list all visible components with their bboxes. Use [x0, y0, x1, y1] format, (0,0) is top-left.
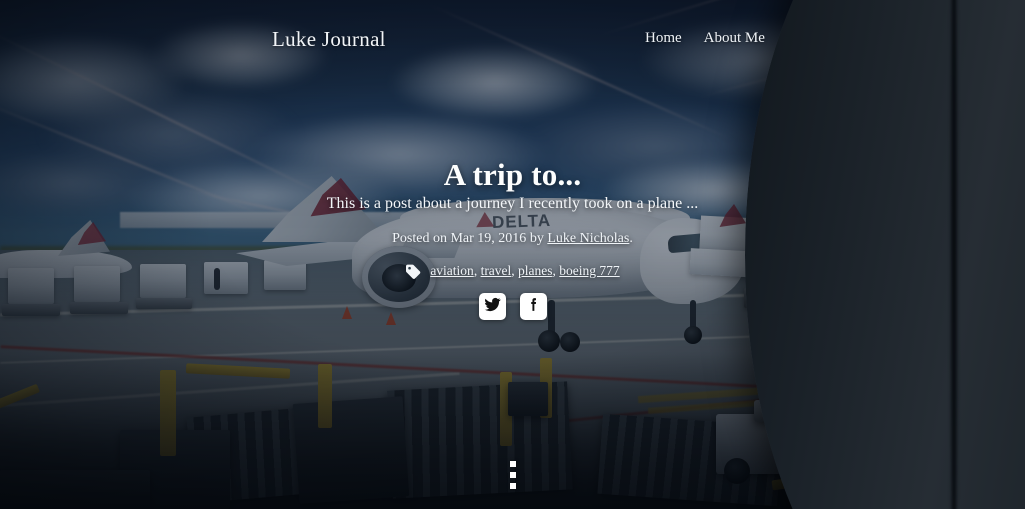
tag-link-boeing-777[interactable]: boeing 777: [559, 263, 619, 278]
tag-list: aviation, travel, planes, boeing 777: [430, 263, 619, 279]
facebook-icon: [525, 296, 542, 318]
scroll-down-indicator[interactable]: [0, 461, 1025, 489]
nav-item-about-me[interactable]: About Me: [704, 30, 765, 47]
post-subtitle: This is a post about a journey I recentl…: [326, 195, 699, 212]
primary-navigation: Home About Me: [645, 30, 765, 47]
tag-link-aviation[interactable]: aviation: [430, 263, 474, 278]
nav-item-home[interactable]: Home: [645, 30, 682, 47]
byline-prefix: Posted on: [392, 231, 451, 246]
scroll-dot: [509, 472, 516, 478]
share-facebook-button[interactable]: [519, 293, 547, 320]
tag-link-travel[interactable]: travel: [481, 263, 512, 278]
share-buttons: [0, 293, 1025, 320]
post-title: A trip to...: [443, 156, 582, 192]
tag-sep: ,: [473, 263, 481, 278]
byline-suffix: .: [629, 231, 633, 246]
site-header: Luke Journal Home About Me: [0, 0, 1025, 78]
post-date: Mar 19, 2016: [450, 231, 527, 246]
site-title[interactable]: Luke Journal: [272, 27, 386, 52]
byline-by: by: [526, 231, 548, 246]
post-byline: Posted on Mar 19, 2016 by Luke Nicholas.: [0, 231, 1025, 247]
share-twitter-button[interactable]: [478, 293, 506, 320]
hero-banner: DELTA: [0, 0, 1025, 509]
tag-icon: [405, 264, 422, 279]
scroll-dot: [509, 461, 516, 467]
post-author-link[interactable]: Luke Nicholas: [547, 231, 629, 246]
tag-link-planes[interactable]: planes: [518, 263, 553, 278]
post-tags: aviation, travel, planes, boeing 777: [0, 263, 1025, 279]
scroll-dot: [509, 483, 516, 489]
twitter-icon: [484, 296, 501, 318]
